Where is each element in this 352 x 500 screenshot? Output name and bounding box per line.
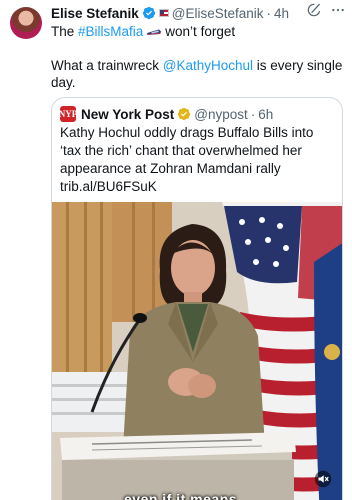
more-icon[interactable] bbox=[330, 2, 346, 18]
hashtag-link[interactable]: #BillsMafia bbox=[78, 24, 143, 39]
nypost-avatar[interactable]: NYP bbox=[59, 106, 77, 122]
author-avatar[interactable] bbox=[10, 7, 42, 39]
video-player[interactable]: even if it means bbox=[52, 202, 342, 500]
tweet-text-line-1: The #BillsMafia won’t forget bbox=[51, 23, 344, 40]
gold-verified-icon bbox=[178, 107, 191, 121]
video-caption: even if it means bbox=[124, 491, 238, 500]
quoted-header: NYP New York Post @nypost · 6h bbox=[59, 105, 273, 123]
tweet-time[interactable]: 4h bbox=[274, 6, 289, 21]
quoted-time[interactable]: 6h bbox=[258, 107, 273, 122]
train-emoji-icon bbox=[147, 29, 162, 36]
mention-link[interactable]: @KathyHochul bbox=[163, 58, 253, 73]
tweet-header: Elise Stefanik @EliseStefanik · 4h bbox=[51, 4, 344, 22]
speaker-muted-icon[interactable] bbox=[314, 470, 332, 488]
quoted-handle[interactable]: @nypost bbox=[194, 107, 247, 122]
tweet-text-line-2: What a trainwreck @KathyHochul is every … bbox=[51, 57, 344, 91]
quoted-author-name[interactable]: New York Post bbox=[81, 107, 174, 122]
verified-badge-icon bbox=[142, 6, 155, 20]
tweet-text-prefix-2: What a trainwreck bbox=[51, 58, 163, 73]
video-frame-image bbox=[52, 202, 342, 500]
quoted-text: Kathy Hochul oddly drags Buffalo Bills i… bbox=[60, 125, 314, 194]
tweet-text-prefix: The bbox=[51, 24, 79, 39]
quoted-tweet[interactable]: NYP New York Post @nypost · 6h Kathy Hoc… bbox=[51, 97, 343, 500]
author-name[interactable]: Elise Stefanik bbox=[51, 6, 139, 21]
grok-icon[interactable] bbox=[306, 2, 322, 18]
tweet-text-suffix: won’t forget bbox=[165, 24, 236, 39]
separator-dot: · bbox=[266, 5, 272, 21]
us-flag-icon bbox=[158, 9, 169, 17]
author-handle[interactable]: @EliseStefanik bbox=[172, 6, 264, 21]
quoted-separator-dot: · bbox=[250, 106, 256, 122]
